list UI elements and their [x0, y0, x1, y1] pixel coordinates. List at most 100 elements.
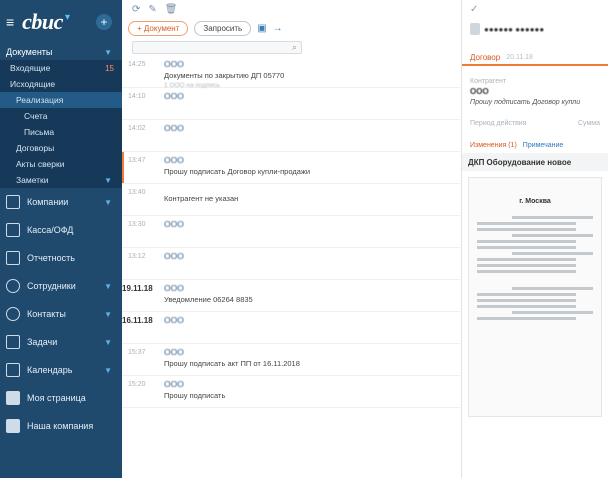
list-item[interactable]: 13:40 Контрагент не указан	[122, 184, 462, 216]
status-line	[462, 38, 608, 50]
search-input[interactable]: ⌕	[132, 40, 302, 54]
sidebar-item-label: Контакты	[27, 309, 66, 319]
chevron-down-icon: ▼	[104, 175, 112, 185]
sidebar-item-our-company[interactable]: Наша компания	[0, 412, 122, 440]
sidebar-item-label: Календарь	[27, 365, 73, 375]
sidebar-item-label: Касса/ОФД	[27, 225, 74, 235]
list-item[interactable]: 13:30 ООО	[122, 216, 462, 248]
counterparty-label: Контрагент	[470, 78, 507, 85]
row-time: 13:30	[128, 221, 146, 228]
list-item[interactable]: 15:20 ООО Прошу подписать	[122, 376, 462, 408]
sidebar-item-tasks[interactable]: Задачи ▼	[0, 328, 122, 356]
list-item[interactable]: 14:02 ООО	[122, 120, 462, 152]
row-time: 13:40	[128, 189, 146, 196]
sidebar-item-documents[interactable]: Документы ▼	[0, 44, 122, 60]
print-icon[interactable]: ▣	[257, 23, 266, 34]
list-item[interactable]: 13:12 ООО	[122, 248, 462, 280]
search-icon: ⌕	[291, 41, 297, 52]
sidebar-item-calendar[interactable]: Календарь ▼	[0, 356, 122, 384]
tab-date: 20.11.18	[506, 53, 533, 61]
edit-icon[interactable]: ✎	[148, 4, 156, 15]
chevron-down-icon: ▼	[104, 281, 112, 291]
register-icon	[6, 223, 20, 237]
sidebar-item-label: Сотрудники	[27, 281, 76, 291]
note-text: Прошу подписать Договор купли	[470, 99, 581, 106]
row-title: ООО	[164, 219, 184, 229]
list-item[interactable]: 14:10 ООО	[122, 88, 462, 120]
sidebar-item-label: Реализация	[16, 95, 64, 105]
buildings-icon	[6, 195, 20, 209]
text-line	[477, 222, 576, 225]
row-meta	[164, 101, 462, 103]
arrow-icon[interactable]: →	[273, 23, 283, 34]
sidebar-item-notes[interactable]: Заметки ▼	[0, 172, 122, 188]
sidebar-item-my-page[interactable]: Моя страница	[0, 384, 122, 412]
sidebar-item-label: Договоры	[16, 143, 55, 153]
sender-name: ●●●●●● ●●●●●●	[484, 24, 545, 34]
add-icon[interactable]: +	[96, 14, 112, 30]
sidebar-item-employees[interactable]: Сотрудники ▼	[0, 272, 122, 300]
search-row: ⌕	[122, 38, 461, 56]
logo-row: ≡ cbuc ▾ +	[0, 0, 122, 44]
row-date: 19.11.18	[122, 284, 153, 293]
app-logo[interactable]: cbuc	[22, 9, 63, 35]
toolbar-top: ⟳ ✎ 🗑	[122, 0, 461, 18]
row-title: ООО	[164, 283, 184, 293]
user-icon	[6, 391, 20, 405]
document-city: г. Москва	[519, 198, 551, 205]
list-item[interactable]: 14:25 ООО Документы по закрытию ДП 05770…	[122, 56, 462, 89]
chevron-down-icon: ▼	[104, 197, 112, 207]
list-item[interactable]: 15:37 ООО Прошу подписать акт ПП от 16.1…	[122, 344, 462, 376]
refresh-icon[interactable]: ⟳	[132, 4, 140, 15]
chevron-down-icon: ▼	[104, 47, 112, 57]
sidebar-item-label: Счета	[24, 111, 48, 121]
list-item[interactable]: 16.11.18 ООО	[122, 312, 462, 344]
avatar	[470, 23, 480, 35]
text-line	[477, 317, 576, 320]
trash-icon[interactable]: 🗑	[165, 4, 178, 15]
row-desc: Уведомление 06264 8835	[164, 295, 253, 304]
sidebar-item-label: Отчетность	[27, 253, 75, 263]
row-time: 15:20	[128, 381, 146, 388]
text-line	[477, 228, 576, 231]
list-item[interactable]: 19.11.18 ООО Уведомление 06264 8835	[122, 280, 462, 312]
sidebar-item-reports[interactable]: Отчетность	[0, 244, 122, 272]
text-line	[477, 305, 576, 308]
note-link[interactable]: Примечание	[523, 142, 564, 149]
chevron-down-icon: ▼	[104, 309, 112, 319]
sidebar-item-companies[interactable]: Компании ▼	[0, 188, 122, 216]
sidebar-item-reconciliation[interactable]: Акты сверки	[0, 156, 122, 172]
sidebar-item-sales[interactable]: Реализация	[0, 92, 122, 108]
sum-label: Сумма	[578, 120, 600, 127]
sidebar-item-label: Компании	[27, 197, 69, 207]
text-line	[477, 258, 576, 261]
sidebar-item-invoices[interactable]: Счета	[0, 108, 122, 124]
row-time: 14:25	[128, 61, 146, 68]
row-meta	[164, 229, 462, 231]
row-desc: Документы по закрытию ДП 05770	[164, 71, 285, 80]
row-title: ООО	[164, 123, 184, 133]
menu-icon[interactable]: ≡	[6, 14, 14, 30]
check-icon[interactable]: ✓	[462, 0, 608, 20]
sidebar-item-contacts[interactable]: Контакты ▼	[0, 300, 122, 328]
row-time: 13:12	[128, 253, 146, 260]
document-title: ДКП Оборудование новое	[462, 153, 608, 171]
row-title: ООО	[164, 59, 184, 69]
row-desc: Прошу подписать акт ПП от 16.11.2018	[164, 359, 300, 368]
changes-link[interactable]: Изменения (1)	[470, 142, 517, 149]
sidebar-item-letters[interactable]: Письма	[0, 124, 122, 140]
row-title: ООО	[164, 347, 184, 357]
document-list-pane: ⟳ ✎ 🗑 + Документ Запросить ▣ → ⌕ 14:25 О…	[122, 0, 462, 478]
sidebar-item-contracts[interactable]: Договоры	[0, 140, 122, 156]
sidebar: ≡ cbuc ▾ + Документы ▼ Входящие 15 Исход…	[0, 0, 122, 478]
sidebar-item-incoming[interactable]: Входящие 15	[0, 60, 122, 76]
tab-contract[interactable]: Договор	[470, 53, 500, 62]
add-document-button[interactable]: + Документ	[128, 20, 189, 36]
list-item[interactable]: 13:47 ООО Прошу подписать Договор купли-…	[122, 152, 462, 184]
request-button[interactable]: Запросить	[194, 20, 252, 36]
counterparty-value[interactable]: ООО	[470, 85, 600, 96]
row-title: Контрагент не указан	[164, 194, 239, 203]
sidebar-item-cash[interactable]: Касса/ОФД	[0, 216, 122, 244]
document-preview[interactable]: г. Москва	[468, 177, 602, 417]
sidebar-item-outgoing[interactable]: Исходящие	[0, 76, 122, 92]
